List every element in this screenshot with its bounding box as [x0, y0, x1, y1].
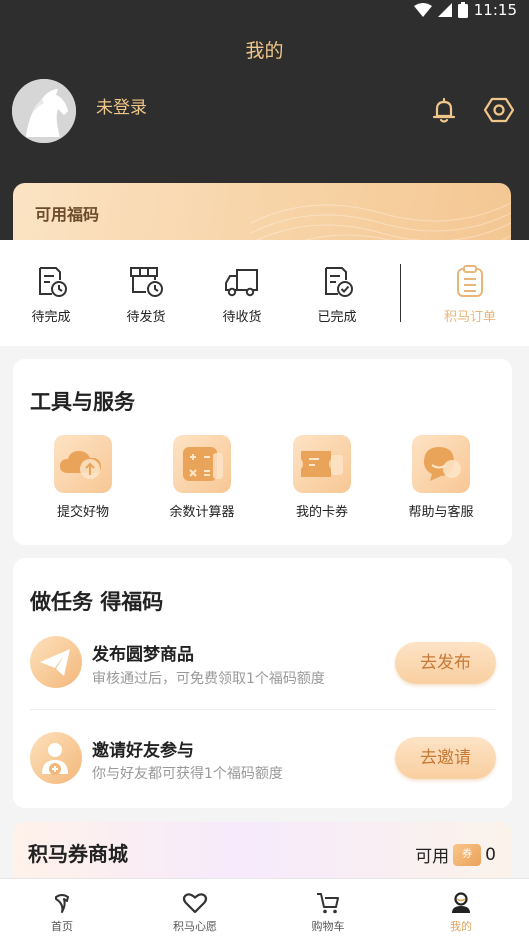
task-divider: [30, 709, 496, 710]
orders-bar: 待完成 待发货 待收货 已完成 积马订单: [0, 240, 529, 346]
invite-button[interactable]: 去邀请: [395, 737, 496, 779]
task-invite-desc: 你与好友都可获得1个福码额度: [92, 766, 283, 782]
order-to-ship-label: 待发货: [126, 310, 166, 325]
paper-plane-icon: [40, 649, 70, 676]
profile-icon: [452, 892, 470, 913]
signal-icon: [437, 3, 452, 17]
tool-calculator[interactable]: 余数计算器: [147, 435, 257, 520]
status-time: 11:15: [473, 1, 517, 19]
coupon-icon: 券: [453, 843, 482, 866]
order-pending-label: 待完成: [31, 310, 71, 325]
bell-icon[interactable]: [430, 96, 458, 124]
pending-doc-icon: [39, 267, 67, 297]
settings-icon[interactable]: [484, 95, 514, 125]
coupon-count: 0: [485, 844, 496, 865]
tab-wishes[interactable]: 积马心愿: [155, 891, 235, 934]
status-bar: 11:15: [413, 0, 517, 20]
order-jima-label: 积马订单: [443, 310, 496, 325]
publish-button[interactable]: 去发布: [395, 642, 496, 684]
tools-card: 工具与服务 提交好物 余数计算器 我的卡券 帮助与客服: [13, 359, 512, 545]
battery-icon: [457, 2, 468, 18]
coupon-mall-title: 积马券商城: [28, 842, 128, 866]
cart-icon: [317, 893, 339, 914]
order-to-receive-label: 待收货: [222, 310, 262, 325]
cloud-upload-icon: [60, 451, 101, 479]
tool-my-coupons-label: 我的卡券: [295, 505, 348, 520]
login-status[interactable]: 未登录: [96, 93, 147, 118]
order-to-ship[interactable]: 待发货: [106, 264, 186, 325]
tab-home-label: 首页: [51, 920, 73, 933]
avatar[interactable]: [12, 79, 76, 143]
calculator-icon: [183, 447, 223, 481]
tab-cart[interactable]: 购物车: [288, 891, 368, 934]
tools-title: 工具与服务: [30, 390, 135, 414]
coupon-available-label: 可用: [415, 847, 450, 867]
orders-divider: [400, 264, 401, 322]
tool-calculator-label: 余数计算器: [169, 505, 235, 520]
tab-profile[interactable]: 我的: [421, 891, 501, 934]
task-publish-title: 发布圆梦商品: [92, 645, 194, 665]
task-publish-icon-wrap: [30, 636, 82, 688]
fuma-card-label: 可用福码: [35, 205, 100, 224]
to-ship-icon: [130, 267, 163, 297]
bottom-tab-bar: 首页 积马心愿 购物车 我的: [0, 878, 529, 945]
invite-friend-icon: [42, 743, 68, 775]
order-completed-label: 已完成: [317, 310, 357, 325]
completed-doc-icon: [325, 267, 353, 297]
chat-bubble-icon: [424, 447, 461, 481]
order-to-receive[interactable]: 待收货: [202, 264, 282, 325]
clipboard-icon: [457, 265, 483, 297]
order-jima[interactable]: 积马订单: [430, 264, 510, 325]
tool-help-support[interactable]: 帮助与客服: [386, 435, 496, 520]
tab-wishes-label: 积马心愿: [173, 920, 217, 933]
task-publish-desc: 审核通过后，可免费领取1个福码额度: [92, 671, 325, 687]
coupon-mall-card[interactable]: 积马券商城 可用 券 0: [13, 822, 512, 878]
task-invite-title: 邀请好友参与: [92, 741, 194, 761]
tool-submit-item-label: 提交好物: [56, 505, 109, 520]
tool-submit-item[interactable]: 提交好物: [28, 435, 138, 520]
tab-home[interactable]: 首页: [22, 891, 102, 934]
coupon-available: 可用 券 0: [415, 842, 496, 867]
page-title: 我的: [245, 40, 284, 62]
home-horse-icon: [55, 894, 69, 913]
task-invite-icon-wrap: [30, 732, 82, 784]
ticket-icon: [301, 451, 343, 477]
heart-icon: [182, 893, 208, 914]
order-completed[interactable]: 已完成: [297, 264, 377, 325]
delivery-truck-icon: [225, 269, 258, 297]
tool-my-coupons[interactable]: 我的卡券: [267, 435, 377, 520]
tool-help-support-label: 帮助与客服: [408, 505, 474, 520]
horse-avatar-icon: [12, 79, 76, 143]
order-pending[interactable]: 待完成: [11, 264, 91, 325]
tab-cart-label: 购物车: [311, 920, 345, 933]
tasks-title: 做任务 得福码: [30, 590, 164, 614]
tasks-card: 做任务 得福码 发布圆梦商品 审核通过后，可免费领取1个福码额度 去发布 邀请好…: [13, 558, 512, 808]
tab-profile-label: 我的: [450, 920, 472, 933]
wifi-icon: [413, 3, 432, 17]
